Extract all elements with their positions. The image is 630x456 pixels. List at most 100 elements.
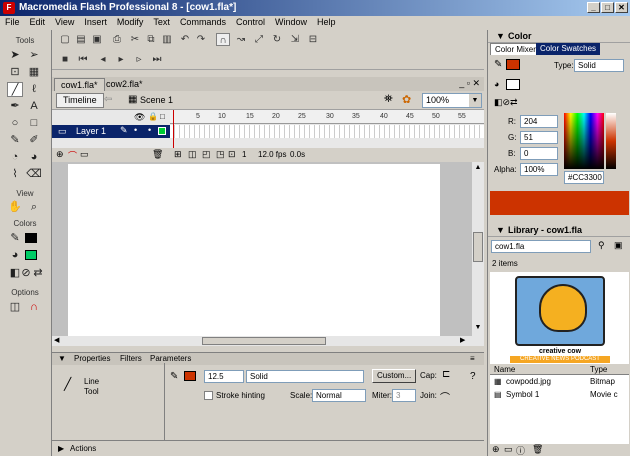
stroke-style-select[interactable]: Solid [246,370,364,383]
pen-tool-icon[interactable]: ✒ [7,99,23,114]
b-field[interactable]: 0 [520,147,558,160]
visibility-dot-icon[interactable]: • [134,125,137,135]
play-icon[interactable]: ▸ [114,53,128,66]
scale-icon[interactable]: ⇲ [288,33,302,46]
brush-tool-icon[interactable]: ✐ [26,133,42,148]
stroke-color-swatch[interactable] [25,233,37,243]
library-panel-header[interactable]: ▼ Library - cow1.fla [488,224,630,237]
insert-folder-icon[interactable]: ▭ [80,149,89,160]
custom-button[interactable]: Custom... [372,369,417,383]
tab-cow1[interactable]: cow1.fla* [54,78,105,91]
column-name[interactable]: Name [494,365,515,374]
menu-view[interactable]: View [50,16,79,30]
free-transform-tool-icon[interactable]: ⊡ [7,65,23,80]
ink-bottle-tool-icon[interactable]: ◔ [7,150,23,165]
horizontal-scroll-thumb[interactable] [202,337,326,345]
scroll-up-icon[interactable]: ▲ [473,164,483,174]
step-forward-icon[interactable]: ▹ [132,53,146,66]
insert-layer-icon[interactable]: ⊕ [56,149,64,160]
color-panel-header[interactable]: ▼ Color [488,30,630,43]
color-mode-icons[interactable]: ◧⊘⇄ [494,97,518,108]
document-window-controls-icon[interactable]: _ ▫ ✕ [459,78,480,89]
align-icon[interactable]: ⊟ [306,33,320,46]
hex-field[interactable]: #CC3300 [564,171,604,184]
type-select[interactable]: Solid [574,59,624,72]
save-icon[interactable]: ▣ [90,33,104,46]
r-field[interactable]: 204 [520,115,558,128]
collapse-arrow-icon[interactable]: ▼ [496,31,505,41]
edit-symbols-icon[interactable]: ✿ [402,93,411,106]
timeline-toggle-button[interactable]: Timeline [56,93,104,108]
center-frame-icon[interactable]: ⊞ [174,149,182,160]
cut-icon[interactable]: ✂ [128,33,142,46]
horizontal-scrollbar[interactable]: ◀ ▶ [52,336,484,346]
redo-icon[interactable]: ↷ [194,33,208,46]
open-folder-icon[interactable]: ▤ [74,33,88,46]
stage-canvas[interactable] [68,164,440,336]
frame-ruler[interactable]: 5 10 15 20 25 30 35 40 45 50 55 [170,110,484,124]
minimize-button[interactable]: _ [587,2,600,13]
paint-bucket-tool-icon[interactable]: ◕ [26,150,42,165]
lock-icon[interactable]: 🔒 [148,112,158,121]
undo-icon[interactable]: ↶ [178,33,192,46]
color-spectrum-picker[interactable] [564,113,604,169]
menu-commands[interactable]: Commands [175,16,231,30]
tab-color-swatches[interactable]: Color Swatches [536,43,601,55]
step-back-icon[interactable]: ◂ [96,53,110,66]
menu-edit[interactable]: Edit [25,16,51,30]
smooth-icon[interactable]: ↝ [234,33,248,46]
fast-forward-icon[interactable]: ⏭ [150,53,164,66]
print-icon[interactable]: ⎙ [110,33,124,46]
eraser-tool-icon[interactable]: ⌫ [26,167,42,182]
pin-library-icon[interactable]: ⚲ [598,240,605,251]
snap-magnet-icon[interactable]: ∩ [216,33,230,46]
menu-help[interactable]: Help [312,16,341,30]
mixer-stroke-swatch[interactable] [506,59,520,70]
text-tool-icon[interactable]: A [26,99,42,114]
menu-modify[interactable]: Modify [112,16,149,30]
new-file-icon[interactable]: ▢ [58,33,72,46]
menu-window[interactable]: Window [270,16,312,30]
snap-magnet-option-icon[interactable]: ∩ [26,300,42,315]
mixer-fill-swatch[interactable] [506,79,520,90]
stroke-width-field[interactable]: 12.5 [204,370,244,383]
eye-icon[interactable]: 👁 [134,112,145,123]
tab-parameters[interactable]: Parameters [150,354,191,363]
stop-icon[interactable]: ■ [58,53,72,66]
edit-scene-icon[interactable]: ⛯ [384,93,393,106]
stroke-hinting-checkbox[interactable] [204,391,213,400]
hand-tool-icon[interactable]: ✋ [7,200,23,215]
vertical-scrollbar[interactable]: ▲ ▼ [472,162,484,338]
menu-control[interactable]: Control [231,16,270,30]
expand-arrow-icon[interactable]: ▶ [58,444,64,453]
copy-icon[interactable]: ⧉ [144,33,158,46]
outline-icon[interactable]: □ [160,112,165,121]
menu-text[interactable]: Text [148,16,175,30]
frames-row[interactable] [170,125,484,138]
rectangle-tool-icon[interactable]: □ [26,116,42,131]
oval-tool-icon[interactable]: ○ [7,116,23,131]
library-row[interactable]: ▦ cowpodd.jpg Bitmap [490,376,629,388]
actions-panel[interactable]: ▶ Actions [52,440,484,456]
new-symbol-icon[interactable]: ⊕ [492,444,500,455]
back-arrow-icon[interactable]: ⇦ [104,94,112,105]
g-field[interactable]: 51 [520,131,558,144]
gradient-transform-tool-icon[interactable]: ▦ [26,65,42,80]
tab-cow2[interactable]: cow2.fla* [100,78,149,91]
cap-style-icon[interactable]: ⊏ [442,369,450,380]
tab-filters[interactable]: Filters [120,354,142,363]
swap-colors-icon[interactable]: ⇄ [30,266,46,281]
fill-color-swatch[interactable] [25,250,37,260]
tab-properties[interactable]: Properties [74,354,110,363]
scroll-left-icon[interactable]: ◀ [54,336,59,344]
layer-row[interactable]: ▭ Layer 1 ✎ • • [52,125,170,138]
layer-color-square[interactable] [158,127,166,135]
rotate-icon[interactable]: ↻ [270,33,284,46]
scroll-down-icon[interactable]: ▼ [473,324,483,334]
zoom-select[interactable]: 100% ▼ [422,93,482,108]
collapse-arrow-icon[interactable]: ▼ [496,225,505,235]
scale-select[interactable]: Normal [312,389,366,402]
stroke-color-swatch-props[interactable] [184,371,196,381]
line-tool-icon[interactable]: ╱ [7,82,23,97]
new-folder-icon[interactable]: ▭ [504,444,513,455]
